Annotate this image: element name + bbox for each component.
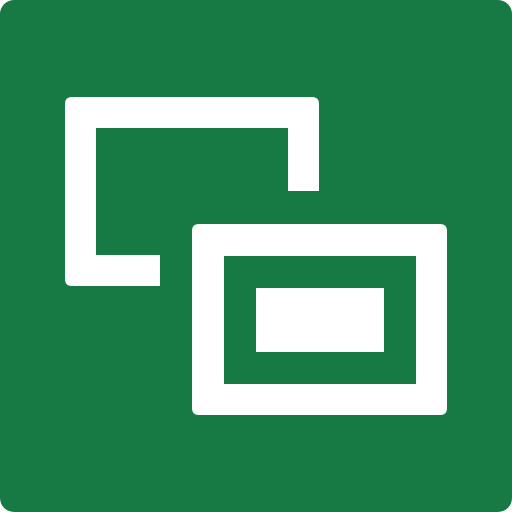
screen-snip-window-icon bbox=[0, 0, 512, 512]
app-icon bbox=[0, 0, 512, 512]
front-window-content bbox=[256, 288, 384, 352]
